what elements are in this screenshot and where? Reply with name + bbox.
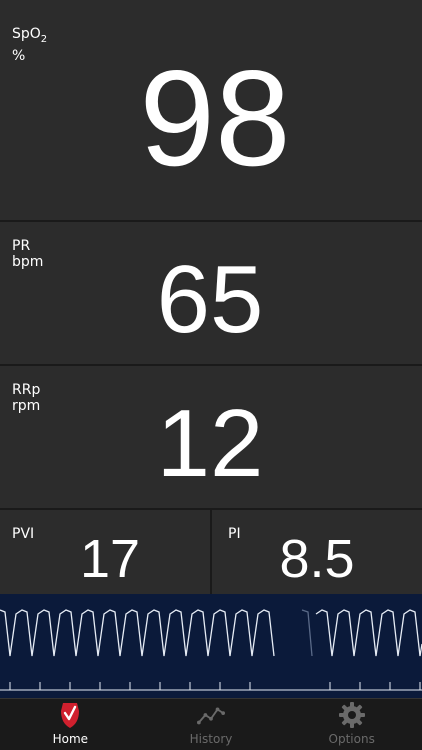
tab-home[interactable]: Home — [0, 699, 141, 750]
pvi-panel[interactable]: PVI 17 — [0, 510, 210, 594]
waveform-tick-marks — [9, 682, 421, 690]
rrp-unit: rpm — [12, 398, 41, 414]
rrp-panel[interactable]: RRp rpm 12 — [0, 366, 422, 508]
spo2-unit: % — [12, 47, 26, 64]
pleth-waveform-line-faded — [301, 609, 313, 657]
bottom-tab-bar: Home History Options — [0, 698, 422, 750]
chart-line-icon — [197, 701, 225, 729]
pleth-waveform — [0, 594, 422, 698]
pi-label: PI — [228, 526, 241, 542]
spo2-panel[interactable]: SpO2 % 98 — [0, 0, 422, 220]
pr-panel[interactable]: PR bpm 65 — [0, 222, 422, 364]
pleth-waveform-svg — [0, 594, 422, 698]
pi-value: 8.5 — [279, 529, 355, 589]
tab-options-label: Options — [328, 732, 375, 746]
pulse-oximeter-screen: SpO2 % 98 PR bpm 65 RRp rpm 12 PVI 17 PI… — [0, 0, 422, 750]
pr-value: 65 — [156, 246, 264, 353]
spo2-label-text: SpO — [12, 26, 41, 42]
pi-panel[interactable]: PI 8.5 — [212, 510, 422, 594]
tab-home-label: Home — [52, 732, 89, 746]
pr-label-text: PR — [12, 238, 31, 254]
pr-label: PR bpm — [12, 238, 43, 270]
pleth-waveform-line-right — [315, 609, 422, 657]
rrp-label-text: RRp — [12, 382, 41, 398]
pr-unit: bpm — [12, 254, 44, 270]
spo2-label: SpO2 % — [12, 26, 47, 64]
pvi-label: PVI — [12, 526, 35, 542]
spo2-value: 98 — [139, 42, 291, 194]
pleth-waveform-line-left — [0, 609, 275, 657]
rrp-label: RRp rpm — [12, 382, 40, 414]
tab-history[interactable]: History — [141, 699, 282, 750]
tab-history-label: History — [189, 732, 233, 746]
spo2-label-subscript: 2 — [40, 33, 48, 45]
tab-options[interactable]: Options — [281, 699, 422, 750]
masimo-logo-icon — [56, 701, 84, 729]
waveform-sweep-gap — [276, 594, 302, 698]
gear-icon — [338, 701, 366, 729]
pvi-value: 17 — [79, 529, 141, 589]
rrp-value: 12 — [156, 390, 264, 497]
